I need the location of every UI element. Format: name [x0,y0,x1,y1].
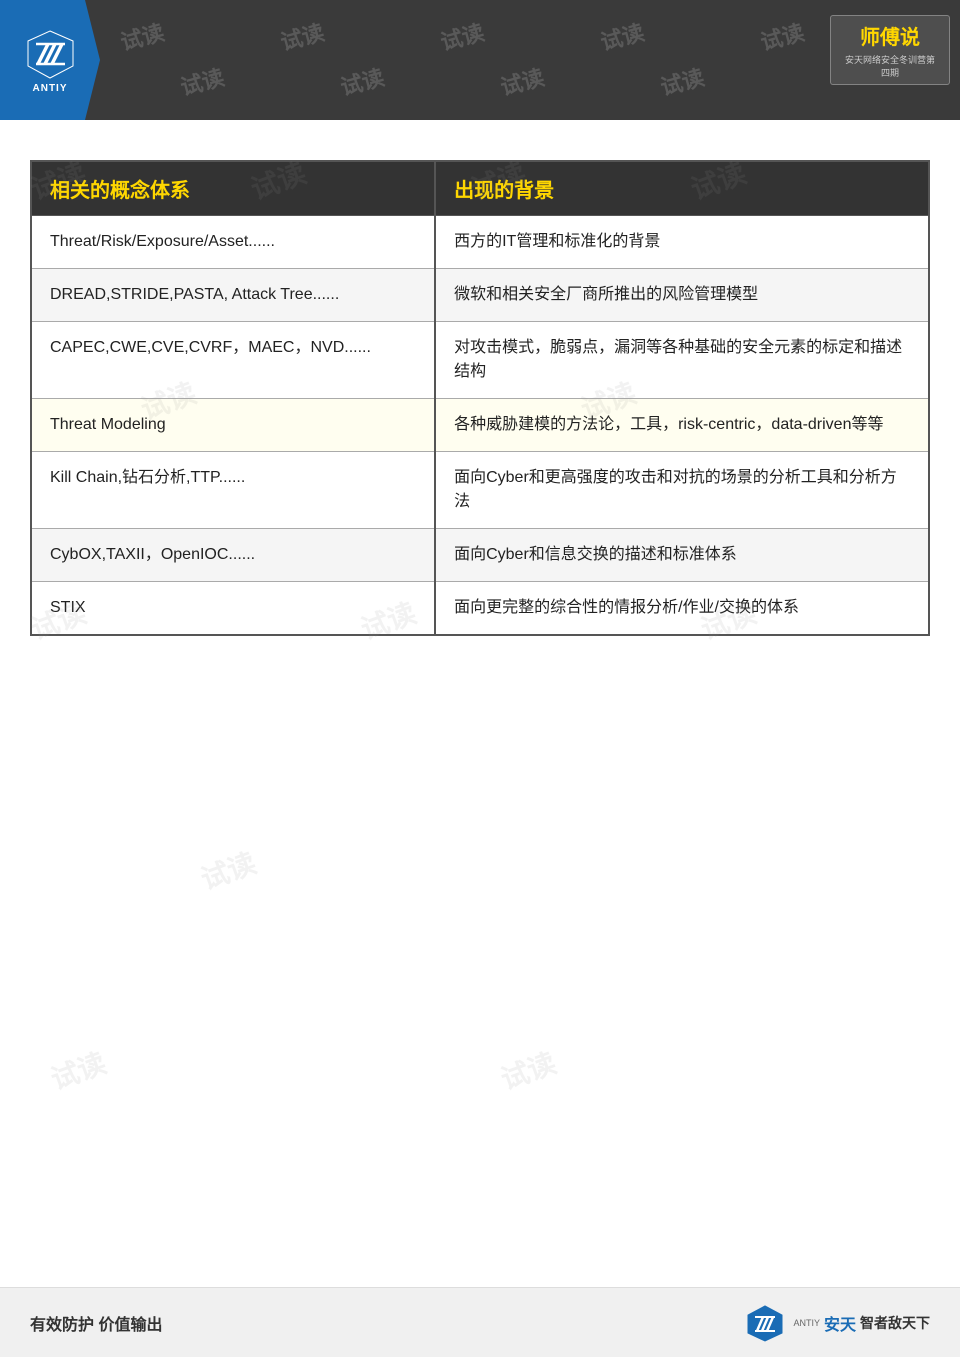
main-content: 相关的概念体系 出现的背景 Threat/Risk/Exposure/Asset… [0,120,960,666]
header-wm-4: 试读 [597,15,648,57]
header-wm-2: 试读 [277,15,328,57]
table-cell-left: CAPEC,CWE,CVE,CVRF，MAEC，NVD...... [31,322,435,399]
header-brand-title: 师傅说 [841,21,939,50]
table-cell-right: 面向Cyber和更高强度的攻击和对抗的场景的分析工具和分析方法 [435,452,929,529]
table-row: DREAD,STRIDE,PASTA, Attack Tree......微软和… [31,269,929,322]
table-cell-right: 对攻击模式，脆弱点，漏洞等各种基础的安全元素的标定和描述结构 [435,322,929,399]
col2-header: 出现的背景 [435,161,929,216]
header-logo: ANTIY [0,0,100,120]
header-wm-1: 试读 [117,15,168,57]
footer-logo-slogan: 智者敌天下 [860,1313,930,1333]
table-cell-left: DREAD,STRIDE,PASTA, Attack Tree...... [31,269,435,322]
header-wm-8: 试读 [497,60,548,102]
table-cell-left: Kill Chain,钻石分析,TTP...... [31,452,435,529]
table-cell-right: 面向Cyber和信息交换的描述和标准体系 [435,529,929,582]
table-row: STIX面向更完整的综合性的情报分析/作业/交换的体系 [31,582,929,636]
header-brand-box: 师傅说 安天网络安全冬训营第四期 [830,15,950,85]
page-watermark-10: 试读 [195,842,261,899]
col1-header: 相关的概念体系 [31,161,435,216]
table-cell-left: CybOX,TAXII，OpenIOC...... [31,529,435,582]
table-cell-right: 西方的IT管理和标准化的背景 [435,216,929,269]
concept-table: 相关的概念体系 出现的背景 Threat/Risk/Exposure/Asset… [30,160,930,636]
footer-brand-name: ANTIY [793,1318,820,1328]
page-watermark-12: 试读 [495,1042,561,1099]
header-wm-3: 试读 [437,15,488,57]
header-right-logo: 师傅说 安天网络安全冬训营第四期 [830,10,950,90]
table-row: Kill Chain,钻石分析,TTP......面向Cyber和更高强度的攻击… [31,452,929,529]
header: 试读 试读 试读 试读 试读 试读 试读 试读 试读 ANTIY 师傅说 安天网… [0,0,960,120]
table-cell-left: Threat/Risk/Exposure/Asset...... [31,216,435,269]
page-watermark-11: 试读 [45,1042,111,1099]
footer-slogan: 有效防护 价值输出 [30,1311,162,1335]
header-wm-7: 试读 [337,60,388,102]
footer-logo: ANTIY 安天 智者敌天下 [745,1303,930,1343]
footer-logo-icon [745,1303,785,1343]
table-cell-right: 微软和相关安全厂商所推出的风险管理模型 [435,269,929,322]
table-cell-left: Threat Modeling [31,399,435,452]
footer-logo-main: 安天 [824,1311,856,1335]
header-wm-5: 试读 [757,15,808,57]
header-wm-9: 试读 [657,60,708,102]
header-wm-6: 试读 [177,60,228,102]
header-watermarks: 试读 试读 试读 试读 试读 试读 试读 试读 试读 [0,0,960,120]
logo-text: ANTIY [33,83,68,94]
header-brand-subtitle: 安天网络安全冬训营第四期 [841,53,939,79]
table-cell-right: 面向更完整的综合性的情报分析/作业/交换的体系 [435,582,929,636]
table-row: Threat/Risk/Exposure/Asset......西方的IT管理和… [31,216,929,269]
footer: 有效防护 价值输出 ANTIY 安天 智者敌天下 [0,1287,960,1357]
antiy-logo-icon [23,26,78,81]
table-row: CAPEC,CWE,CVE,CVRF，MAEC，NVD......对攻击模式，脆… [31,322,929,399]
table-cell-right: 各种威胁建模的方法论，工具，risk-centric，data-driven等等 [435,399,929,452]
table-cell-left: STIX [31,582,435,636]
table-row: CybOX,TAXII，OpenIOC......面向Cyber和信息交换的描述… [31,529,929,582]
table-row: Threat Modeling各种威胁建模的方法论，工具，risk-centri… [31,399,929,452]
footer-logo-texts: ANTIY 安天 智者敌天下 [793,1311,930,1335]
